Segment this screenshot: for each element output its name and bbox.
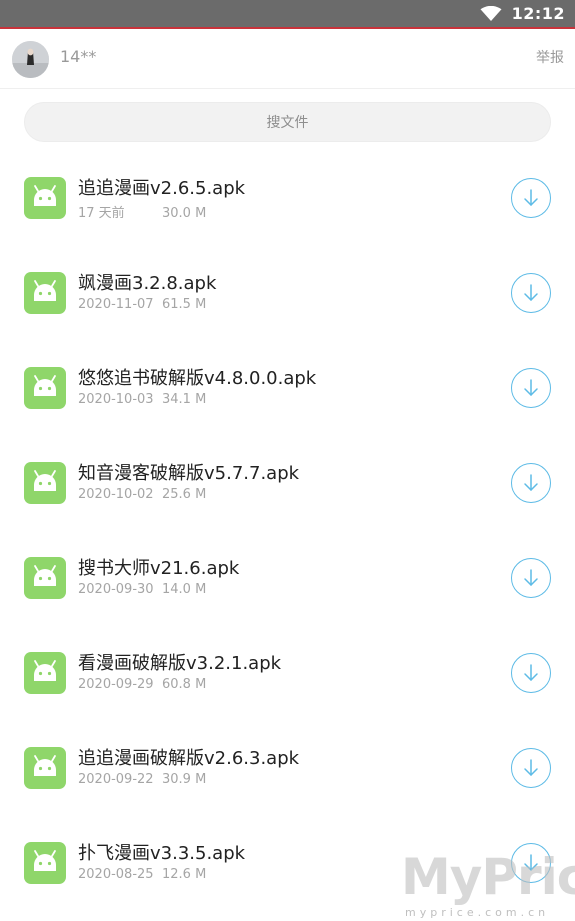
file-date: 2020-09-30 bbox=[78, 582, 154, 597]
file-size: 14.0 M bbox=[162, 582, 207, 597]
android-icon bbox=[24, 747, 66, 789]
download-button[interactable] bbox=[511, 653, 551, 693]
file-name: 看漫画破解版v3.2.1.apk bbox=[78, 653, 282, 674]
android-icon bbox=[24, 367, 66, 409]
file-name: 飒漫画3.2.8.apk bbox=[78, 273, 217, 294]
download-icon bbox=[524, 474, 538, 491]
wifi-icon bbox=[480, 5, 502, 21]
file-date: 2020-11-07 bbox=[78, 297, 154, 312]
file-date: 2020-10-02 bbox=[78, 487, 154, 502]
file-name: 追追漫画破解版v2.6.3.apk bbox=[78, 748, 300, 769]
file-list-item[interactable]: 知音漫客破解版v5.7.7.apk 2020-10-02 25.6 M bbox=[0, 435, 575, 530]
file-size: 60.8 M bbox=[162, 677, 207, 692]
download-icon bbox=[524, 664, 538, 681]
android-icon bbox=[24, 842, 66, 884]
username[interactable]: 14** bbox=[60, 47, 96, 66]
file-size: 25.6 M bbox=[162, 487, 207, 502]
download-button[interactable] bbox=[511, 748, 551, 788]
file-meta: 2020-11-07 61.5 M bbox=[78, 297, 206, 312]
android-icon bbox=[24, 462, 66, 504]
report-button[interactable]: 举报 bbox=[536, 47, 564, 67]
file-list-item[interactable]: 追追漫画v2.6.5.apk 17 天前 30.0 M bbox=[0, 150, 575, 245]
uploader-header: 14** 举报 bbox=[0, 31, 575, 89]
file-meta: 2020-08-25 12.6 M bbox=[78, 867, 206, 882]
file-meta: 17 天前 30.0 M bbox=[78, 202, 206, 221]
file-name: 知音漫客破解版v5.7.7.apk bbox=[78, 463, 300, 484]
avatar[interactable] bbox=[12, 41, 49, 78]
download-icon bbox=[524, 379, 538, 396]
search-input[interactable]: 搜文件 bbox=[24, 102, 551, 142]
android-icon bbox=[24, 272, 66, 314]
file-name: 悠悠追书破解版v4.8.0.0.apk bbox=[78, 368, 317, 389]
file-size: 30.9 M bbox=[162, 772, 207, 787]
file-date: 2020-09-29 bbox=[78, 677, 154, 692]
file-date: 2020-09-22 bbox=[78, 772, 154, 787]
download-icon bbox=[524, 569, 538, 586]
download-icon bbox=[524, 759, 538, 776]
download-button[interactable] bbox=[511, 178, 551, 218]
file-list-item[interactable]: 悠悠追书破解版v4.8.0.0.apk 2020-10-03 34.1 M bbox=[0, 340, 575, 435]
file-meta: 2020-10-03 34.1 M bbox=[78, 392, 206, 407]
file-meta: 2020-09-22 30.9 M bbox=[78, 772, 206, 787]
file-list-item[interactable]: 飒漫画3.2.8.apk 2020-11-07 61.5 M bbox=[0, 245, 575, 340]
watermark-brand: MyPrice bbox=[401, 848, 575, 906]
status-time: 12:12 bbox=[511, 4, 565, 23]
file-meta: 2020-10-02 25.6 M bbox=[78, 487, 206, 502]
status-bar: 12:12 bbox=[0, 0, 575, 29]
file-date: 17 天前 bbox=[78, 206, 125, 221]
file-name: 扑飞漫画v3.3.5.apk bbox=[78, 843, 246, 864]
file-list-item[interactable]: 搜书大师v21.6.apk 2020-09-30 14.0 M bbox=[0, 530, 575, 625]
file-size: 61.5 M bbox=[162, 297, 207, 312]
android-icon bbox=[24, 652, 66, 694]
watermark-url: myprice.com.cn bbox=[405, 906, 550, 919]
file-list-item[interactable]: 追追漫画破解版v2.6.3.apk 2020-09-22 30.9 M bbox=[0, 720, 575, 815]
file-size: 30.0 M bbox=[162, 206, 207, 221]
file-list-item[interactable]: 看漫画破解版v3.2.1.apk 2020-09-29 60.8 M bbox=[0, 625, 575, 720]
file-name: 追追漫画v2.6.5.apk bbox=[78, 178, 246, 199]
download-button[interactable] bbox=[511, 273, 551, 313]
download-button[interactable] bbox=[511, 558, 551, 598]
watermark: MyPrice myprice.com.cn bbox=[395, 842, 575, 921]
file-size: 34.1 M bbox=[162, 392, 207, 407]
download-button[interactable] bbox=[511, 368, 551, 408]
android-icon bbox=[24, 177, 66, 219]
file-meta: 2020-09-29 60.8 M bbox=[78, 677, 206, 692]
screen: 12:12 14** 举报 搜文件 追追漫画v2.6.5.apk 17 天前 3… bbox=[0, 0, 575, 921]
download-icon bbox=[524, 189, 538, 206]
search-placeholder: 搜文件 bbox=[266, 115, 309, 131]
file-date: 2020-08-25 bbox=[78, 867, 154, 882]
download-button[interactable] bbox=[511, 463, 551, 503]
file-name: 搜书大师v21.6.apk bbox=[78, 558, 240, 579]
download-icon bbox=[524, 284, 538, 301]
file-size: 12.6 M bbox=[162, 867, 207, 882]
file-meta: 2020-09-30 14.0 M bbox=[78, 582, 206, 597]
file-date: 2020-10-03 bbox=[78, 392, 154, 407]
android-icon bbox=[24, 557, 66, 599]
